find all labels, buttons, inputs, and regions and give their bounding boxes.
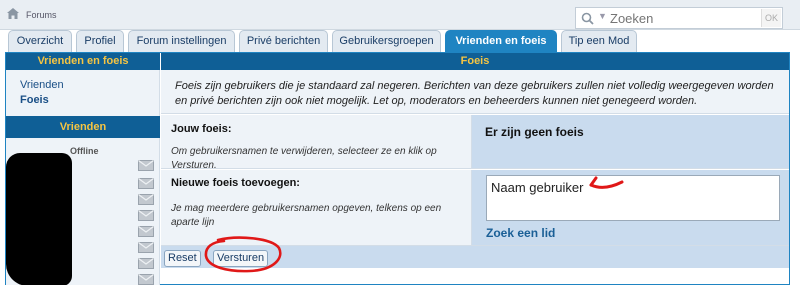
intro-text: Foeis zijn gebruikers die je standaard z… — [161, 70, 789, 114]
offline-label: Offline — [70, 146, 99, 156]
tab-overzicht[interactable]: Overzicht — [8, 30, 72, 52]
content-title: Foeis — [161, 53, 789, 70]
find-member-link[interactable]: Zoek een lid — [486, 226, 555, 240]
tab-profiel[interactable]: Profiel — [76, 30, 124, 52]
your-foes-row: Jouw foeis: Om gebruikersnamen te verwij… — [161, 115, 471, 171]
search-input[interactable] — [610, 9, 760, 27]
search-ok-button[interactable]: OK — [761, 9, 781, 27]
sidebar-item-foeis[interactable]: Foeis — [20, 94, 49, 106]
tab-prive-berichten[interactable]: Privé berichten — [239, 30, 328, 52]
search-box: ▼ OK — [575, 7, 783, 29]
reset-button[interactable]: Reset — [164, 250, 201, 267]
home-icon[interactable] — [7, 8, 19, 19]
submit-button[interactable]: Versturen — [213, 250, 269, 267]
redaction-overlay — [6, 153, 72, 285]
your-foes-description: Om gebruikersnamen te verwijderen, selec… — [171, 146, 437, 171]
breadcrumb-forums[interactable]: Forums — [26, 10, 57, 20]
add-foes-description: Je mag meerdere gebruikersnamen opgeven,… — [171, 203, 442, 228]
tab-forum-instellingen[interactable]: Forum instellingen — [128, 30, 235, 52]
sidebar-item-vrienden[interactable]: Vrienden — [20, 79, 64, 91]
your-foes-label: Jouw foeis: — [171, 123, 232, 135]
chevron-down-icon[interactable]: ▼ — [598, 11, 607, 21]
mail-icon[interactable] — [138, 274, 154, 285]
tab-bar: Overzicht Profiel Forum instellingen Pri… — [0, 30, 800, 52]
tab-gebruikersgroepen[interactable]: Gebruikersgroepen — [332, 30, 441, 52]
username-textarea[interactable]: Naam gebruiker — [486, 175, 780, 221]
search-icon[interactable] — [581, 12, 594, 25]
sidebar-title: Vrienden en foeis — [6, 53, 160, 70]
friends-title: Vrienden — [6, 116, 160, 138]
sidebar-nav: Vrienden Foeis — [6, 70, 160, 116]
mail-icon[interactable] — [138, 242, 154, 253]
mail-icon[interactable] — [138, 178, 154, 189]
tab-tip-een-mod[interactable]: Tip een Mod — [561, 30, 637, 52]
mail-icon[interactable] — [138, 160, 154, 171]
add-foes-input-cell: Naam gebruiker Zoek een lid — [471, 170, 789, 246]
mail-icon[interactable] — [138, 194, 154, 205]
form-actions: Reset Versturen — [161, 246, 789, 268]
add-foes-label: Nieuwe foeis toevoegen: — [171, 177, 300, 189]
mail-icon[interactable] — [138, 210, 154, 221]
main-panel: Vrienden en foeis Vrienden Foeis Vriende… — [5, 52, 790, 285]
top-header: Forums ▼ OK — [0, 0, 800, 30]
mail-icon[interactable] — [138, 226, 154, 237]
mail-icon[interactable] — [138, 258, 154, 269]
add-foes-row: Nieuwe foeis toevoegen: Je mag meerdere … — [161, 170, 471, 246]
your-foes-value-cell: Er zijn geen foeis — [471, 115, 789, 169]
no-foes-message: Er zijn geen foeis — [485, 125, 584, 139]
tab-vrienden-en-foeis[interactable]: Vrienden en foeis — [445, 30, 557, 52]
